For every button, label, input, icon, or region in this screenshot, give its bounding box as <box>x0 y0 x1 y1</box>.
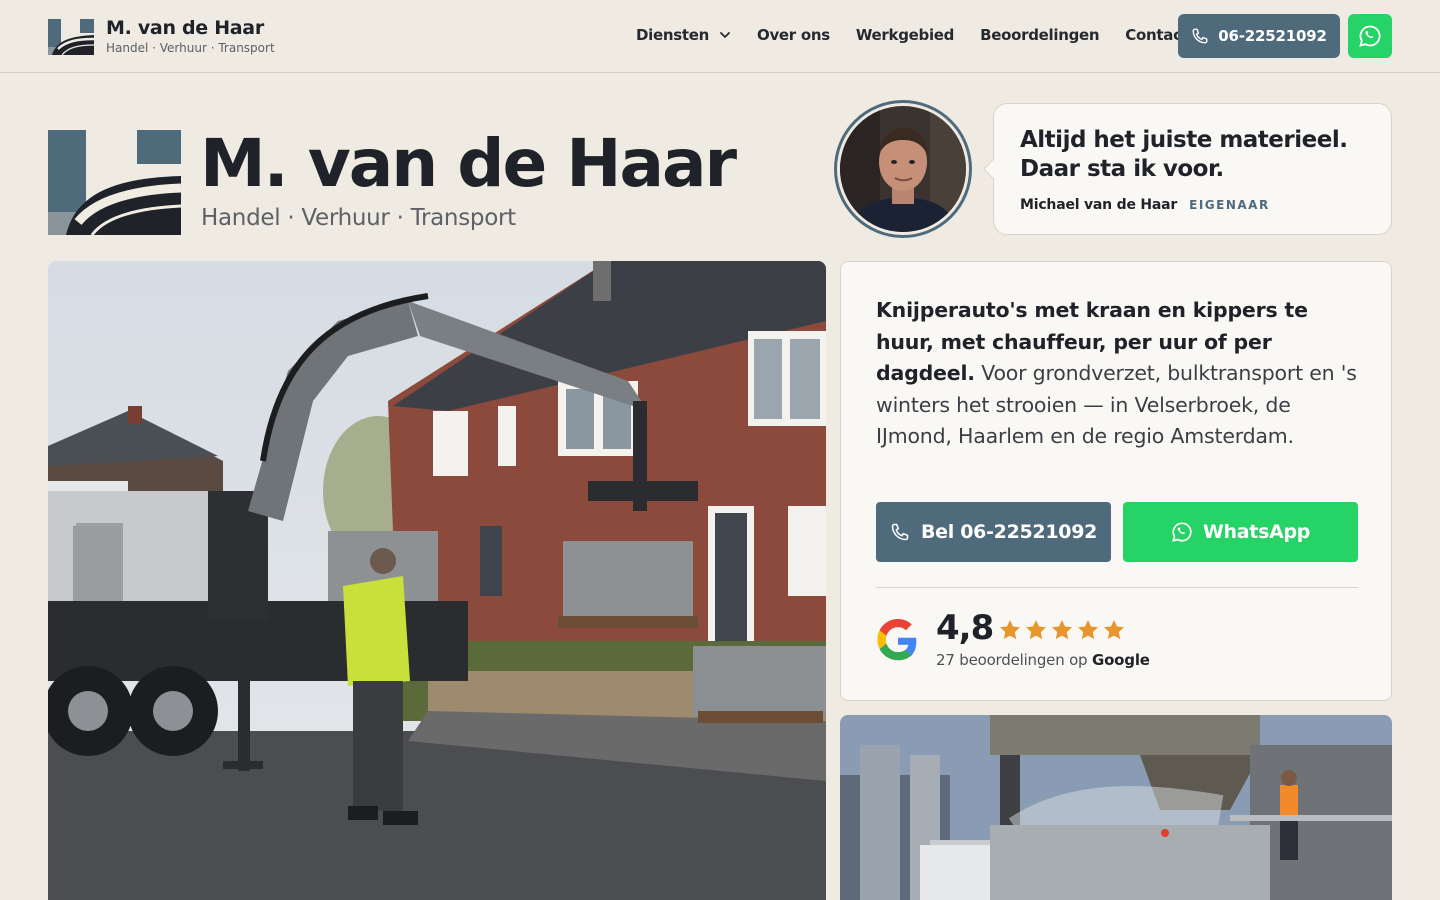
star-icon <box>1000 620 1020 640</box>
owner-quote-text: Altijd het juiste materieel. Daar sta ik… <box>1020 127 1348 182</box>
phone-icon <box>1192 28 1208 44</box>
intro-card: Knijperauto's met kraan en kippers te hu… <box>840 261 1392 701</box>
nav-item-beoordelingen[interactable]: Beoordelingen <box>980 26 1099 44</box>
star-icon <box>1052 620 1072 640</box>
nav-item-diensten[interactable]: Diensten <box>636 26 731 44</box>
rating-score: 4,8 <box>936 608 994 648</box>
star-icon <box>1026 620 1046 640</box>
owner-portrait-image <box>840 106 966 232</box>
side-photo-bulk-loading <box>840 715 1392 900</box>
owner-quote-card: Altijd het juiste materieel. Daar sta ik… <box>983 103 1392 235</box>
reviews-count: 27 beoordelingen op <box>936 651 1092 669</box>
hero-title: M. van de Haar <box>200 125 737 202</box>
google-icon <box>877 619 917 661</box>
hero-subtitle: Handel · Verhuur · Transport <box>201 205 516 231</box>
logo-icon <box>48 19 94 55</box>
site-header: M. van de Haar Handel · Verhuur · Transp… <box>0 0 1440 73</box>
whatsapp-button[interactable]: WhatsApp <box>1123 502 1358 562</box>
call-button-label: Bel 06-22521092 <box>920 521 1098 543</box>
header-whatsapp-button[interactable] <box>1348 14 1392 58</box>
brand-tagline: Handel · Verhuur · Transport <box>106 41 275 55</box>
whatsapp-button-label: WhatsApp <box>1202 521 1311 543</box>
nav-item-werkgebied[interactable]: Werkgebied <box>856 26 955 44</box>
brand-name: M. van de Haar <box>106 17 264 39</box>
reviews-link[interactable]: 27 beoordelingen op Google <box>936 651 1150 669</box>
header-phone-button[interactable]: 06-22521092 <box>1178 14 1340 58</box>
whatsapp-icon <box>1172 522 1192 542</box>
star-icon <box>1078 620 1098 640</box>
hero-logo-icon <box>48 130 181 235</box>
brand-link[interactable]: M. van de Haar Handel · Verhuur · Transp… <box>48 18 275 56</box>
nav-item-over-ons[interactable]: Over ons <box>757 26 830 44</box>
whatsapp-icon <box>1359 25 1381 47</box>
nav-item-label: Diensten <box>636 26 709 44</box>
main-nav: Diensten Over ons Werkgebied Beoordeling… <box>636 26 1215 44</box>
phone-icon <box>891 523 909 541</box>
chevron-down-icon <box>720 32 730 38</box>
hero-photo-crane-truck <box>48 261 826 900</box>
owner-avatar <box>834 100 972 238</box>
owner-name: Michael van de Haar <box>1020 197 1178 213</box>
rating-stars <box>998 618 1126 642</box>
divider <box>876 587 1358 588</box>
call-button[interactable]: Bel 06-22521092 <box>876 502 1111 562</box>
header-phone-label: 06-22521092 <box>1218 27 1327 45</box>
intro-text: Knijperauto's met kraan en kippers te hu… <box>876 295 1366 453</box>
reviews-source: Google <box>1091 651 1150 669</box>
star-icon <box>1104 620 1124 640</box>
owner-role: EIGENAAR <box>1189 198 1270 212</box>
